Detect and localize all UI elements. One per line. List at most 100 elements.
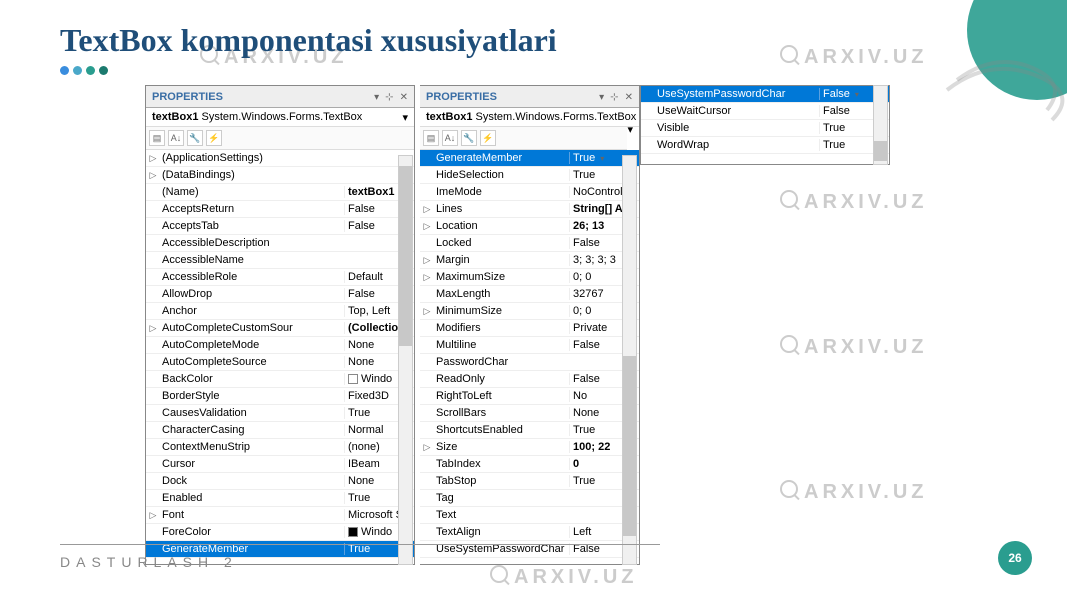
property-row[interactable]: BorderStyleFixed3D [146,388,414,405]
dropdown-icon[interactable]: ▾ [374,92,379,103]
expand-icon[interactable]: ▷ [146,323,160,334]
property-row[interactable]: ModifiersPrivate [420,320,639,337]
property-row[interactable]: ShortcutsEnabledTrue [420,422,639,439]
pin-icon[interactable]: ⊹ [610,92,618,103]
property-name: Anchor [160,305,344,317]
property-name: RightToLeft [434,390,569,402]
properties-icon[interactable]: 🔧 [187,130,203,146]
property-row[interactable]: PasswordChar [420,354,639,371]
close-icon[interactable]: ✕ [625,92,633,103]
expand-icon[interactable]: ▷ [146,153,160,164]
property-row[interactable]: ReadOnlyFalse [420,371,639,388]
property-row[interactable]: CursorIBeam [146,456,414,473]
property-row[interactable]: WordWrapTrue [641,137,889,154]
property-row[interactable]: ScrollBarsNone [420,405,639,422]
expand-icon[interactable]: ▷ [420,204,434,215]
property-row[interactable]: AllowDropFalse [146,286,414,303]
expand-icon[interactable]: ▷ [420,306,434,317]
dropdown-icon[interactable]: ▾ [595,154,609,163]
property-row[interactable]: BackColorWindo [146,371,414,388]
panel-title: PROPERTIES [426,91,497,103]
property-name: (ApplicationSettings) [160,152,344,164]
property-row[interactable]: AutoCompleteSourceNone [146,354,414,371]
property-name: UseWaitCursor [655,105,819,117]
expand-icon[interactable]: ▷ [420,442,434,453]
pin-icon[interactable]: ⊹ [385,92,393,103]
property-row[interactable]: AcceptsTabFalse [146,218,414,235]
property-row[interactable]: ▷MaximumSize0; 0 [420,269,639,286]
property-row[interactable]: ▷FontMicrosoft S [146,507,414,524]
property-row[interactable]: TabStopTrue [420,473,639,490]
property-name: AutoCompleteCustomSour [160,322,344,334]
expand-icon[interactable]: ▷ [146,170,160,181]
property-row[interactable]: DockNone [146,473,414,490]
property-row[interactable]: AccessibleName [146,252,414,269]
property-row[interactable]: RightToLeftNo [420,388,639,405]
properties-icon[interactable]: 🔧 [461,130,477,146]
property-row[interactable]: AccessibleRoleDefault [146,269,414,286]
property-name: Dock [160,475,344,487]
expand-icon[interactable]: ▷ [420,221,434,232]
property-row[interactable]: TabIndex0 [420,456,639,473]
dropdown-icon[interactable]: ▾ [599,92,604,103]
property-name: Locked [434,237,569,249]
dropdown-icon[interactable]: ▾ [850,90,864,99]
property-name: MaxLength [434,288,569,300]
property-row[interactable]: ImeModeNoControl [420,184,639,201]
property-row[interactable]: ContextMenuStrip(none) [146,439,414,456]
scrollbar[interactable] [398,155,413,565]
property-row[interactable]: Text [420,507,639,524]
expand-icon[interactable]: ▷ [146,510,160,521]
object-selector[interactable]: textBox1 System.Windows.Forms.TextBox ▾ [420,108,639,127]
property-row[interactable]: Tag [420,490,639,507]
property-row[interactable]: MultilineFalse [420,337,639,354]
property-row[interactable]: ▷LinesString[] A [420,201,639,218]
property-row[interactable]: CharacterCasingNormal [146,422,414,439]
property-row[interactable]: UseWaitCursorFalse [641,103,889,120]
object-selector[interactable]: textBox1 System.Windows.Forms.TextBox ▾ [146,108,414,127]
property-row[interactable]: ▷(DataBindings) [146,167,414,184]
property-row[interactable]: ▷Location26; 13 [420,218,639,235]
property-row[interactable]: GenerateMemberTrue▾ [420,150,639,167]
events-icon[interactable]: ⚡ [206,130,222,146]
events-icon[interactable]: ⚡ [480,130,496,146]
property-list: ▷(ApplicationSettings)▷(DataBindings)(Na… [146,150,414,558]
property-name: ReadOnly [434,373,569,385]
property-row[interactable]: TextAlignLeft [420,524,639,541]
property-row[interactable]: AnchorTop, Left [146,303,414,320]
close-icon[interactable]: ✕ [400,92,408,103]
property-name: AccessibleName [160,254,344,266]
property-name: AccessibleRole [160,271,344,283]
property-row[interactable]: VisibleTrue [641,120,889,137]
property-list: UseSystemPasswordCharFalse▾UseWaitCursor… [641,86,889,154]
property-row[interactable]: ▷MinimumSize0; 0 [420,303,639,320]
scrollbar[interactable] [873,85,888,165]
categorized-icon[interactable]: ▤ [149,130,165,146]
property-row[interactable]: CausesValidationTrue [146,405,414,422]
property-row[interactable]: AutoCompleteModeNone [146,337,414,354]
property-row[interactable]: ▷(ApplicationSettings) [146,150,414,167]
property-row[interactable]: HideSelectionTrue [420,167,639,184]
alphabetical-icon[interactable]: A↓ [168,130,184,146]
property-row[interactable]: ForeColorWindo [146,524,414,541]
alphabetical-icon[interactable]: A↓ [442,130,458,146]
property-row[interactable]: LockedFalse [420,235,639,252]
property-name: Location [434,220,569,232]
property-name: MaximumSize [434,271,569,283]
property-row[interactable]: UseSystemPasswordCharFalse▾ [641,86,889,103]
property-name: ContextMenuStrip [160,441,344,453]
property-row[interactable]: AccessibleDescription [146,235,414,252]
property-row[interactable]: ▷Size100; 22 [420,439,639,456]
expand-icon[interactable]: ▷ [420,255,434,266]
property-row[interactable]: ▷AutoCompleteCustomSour(Collection [146,320,414,337]
watermark-text: ARXIV.UZ [780,190,928,214]
expand-icon[interactable]: ▷ [420,272,434,283]
property-row[interactable]: ▷Margin3; 3; 3; 3 [420,252,639,269]
property-row[interactable]: AcceptsReturnFalse [146,201,414,218]
property-row[interactable]: EnabledTrue [146,490,414,507]
property-row[interactable]: MaxLength32767 [420,286,639,303]
property-row[interactable]: (Name)textBox1 [146,184,414,201]
property-name: ScrollBars [434,407,569,419]
categorized-icon[interactable]: ▤ [423,130,439,146]
scrollbar[interactable] [622,155,637,565]
